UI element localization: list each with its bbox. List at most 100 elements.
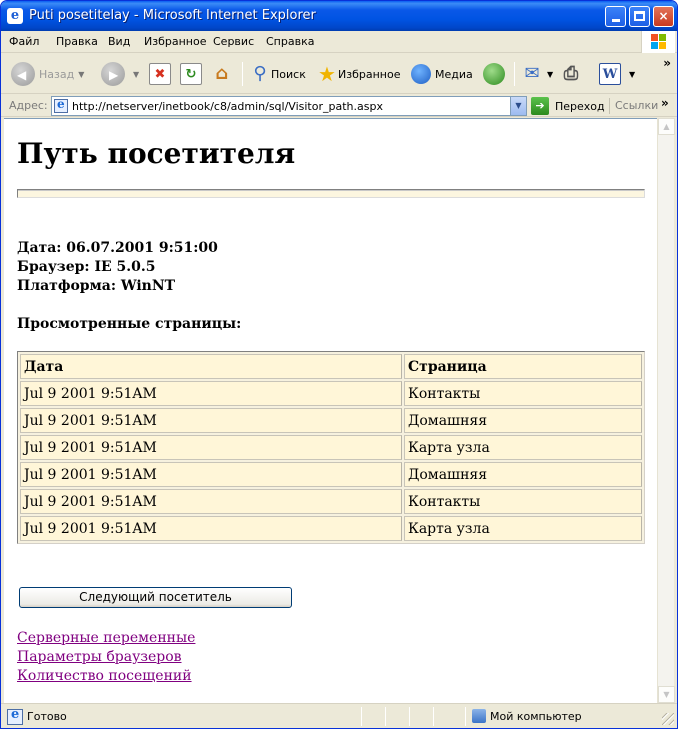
link-visit-count[interactable]: Количество посещений: [17, 667, 195, 686]
address-bar: Адрес: http://netserver/inetbook/c8/admi…: [1, 95, 677, 117]
standard-toolbar: ◀ Назад ▼ ▶ ▼ ✖ ↻ ⌂ ⚲ Поиск ★ Избранное …: [1, 54, 677, 94]
word-icon: W: [599, 63, 621, 85]
toolbar-more-chevron[interactable]: »: [663, 56, 671, 70]
menu-tools[interactable]: Сервис: [213, 35, 254, 48]
media-icon: [411, 64, 431, 84]
viewed-pages-table: Дата Страница Jul 9 2001 9:51AM Контакты…: [17, 351, 645, 544]
forward-button[interactable]: ▶ ▼: [101, 60, 139, 88]
dropdown-arrow-icon[interactable]: ▼: [133, 70, 139, 79]
go-label: Переход: [555, 99, 605, 113]
dropdown-arrow-icon[interactable]: ▼: [629, 70, 635, 79]
cell-page: Контакты: [404, 381, 642, 406]
status-separator: [465, 707, 466, 726]
refresh-button[interactable]: ↻: [180, 60, 202, 88]
table-row: Jul 9 2001 9:51AM Карта узла: [20, 516, 642, 541]
favorites-button[interactable]: ★ Избранное: [316, 60, 400, 88]
next-visitor-button[interactable]: Следующий посетитель: [19, 587, 292, 608]
menu-help[interactable]: Справка: [266, 35, 314, 48]
page-icon: [54, 97, 68, 113]
windows-logo: [641, 31, 675, 53]
minimize-icon: [611, 19, 620, 22]
horizontal-rule: [17, 189, 645, 198]
favorites-label: Избранное: [338, 67, 401, 81]
media-button[interactable]: Медиа: [411, 60, 473, 88]
menu-edit[interactable]: Правка: [56, 35, 98, 48]
security-zone: Мой компьютер: [490, 710, 582, 723]
vertical-scrollbar[interactable]: ▲ ▼: [657, 118, 675, 703]
status-bar: Готово Мой компьютер: [1, 703, 677, 728]
back-arrow-icon: ◀: [11, 62, 35, 86]
address-input[interactable]: http://netserver/inetbook/c8/admin/sql/V…: [51, 96, 527, 116]
visitor-info: Дата: 06.07.2001 9:51:00 Браузер: IE 5.0…: [17, 239, 218, 296]
home-button[interactable]: ⌂: [211, 60, 233, 88]
browser-window: e Puti posetitelay - Microsoft Internet …: [0, 0, 678, 729]
stop-icon: ✖: [149, 63, 171, 85]
cell-page: Карта узла: [404, 516, 642, 541]
table-row: Jul 9 2001 9:51AM Контакты: [20, 489, 642, 514]
table-row: Jul 9 2001 9:51AM Домашняя: [20, 408, 642, 433]
menu-file[interactable]: Файл: [9, 35, 39, 48]
forward-arrow-icon: ▶: [101, 62, 125, 86]
menu-bar: Файл Правка Вид Избранное Сервис Справка: [1, 31, 677, 53]
print-button[interactable]: ⎙: [560, 60, 582, 88]
status-separator: [385, 707, 386, 726]
visit-browser: Браузер: IE 5.0.5: [17, 259, 156, 275]
cell-date: Jul 9 2001 9:51AM: [20, 381, 402, 406]
table-row: Jul 9 2001 9:51AM Карта узла: [20, 435, 642, 460]
history-icon: [483, 63, 505, 85]
maximize-button[interactable]: [629, 6, 650, 27]
ie-icon: e: [7, 8, 23, 24]
back-button[interactable]: ◀ Назад ▼: [11, 60, 84, 88]
link-server-variables[interactable]: Серверные переменные: [17, 629, 195, 648]
cell-date: Jul 9 2001 9:51AM: [20, 435, 402, 460]
scroll-up-icon[interactable]: ▲: [658, 118, 675, 135]
window-title: Puti posetitelay - Microsoft Internet Ex…: [29, 8, 316, 23]
mail-button[interactable]: ✉ ▼: [521, 60, 553, 88]
printer-icon: ⎙: [563, 63, 579, 84]
search-label: Поиск: [271, 67, 306, 81]
mail-icon: ✉: [524, 63, 540, 84]
status-separator: [361, 707, 362, 726]
toolbar-separator: [242, 62, 243, 86]
minimize-button[interactable]: [605, 6, 626, 27]
go-arrow-icon: ➔: [531, 97, 549, 115]
dropdown-arrow-icon[interactable]: ▼: [547, 70, 553, 79]
address-url[interactable]: http://netserver/inetbook/c8/admin/sql/V…: [72, 100, 383, 113]
title-bar[interactable]: e Puti posetitelay - Microsoft Internet …: [1, 1, 677, 31]
go-button[interactable]: ➔ Переход: [531, 97, 605, 115]
windows-flag-icon: [651, 34, 667, 50]
media-label: Медиа: [435, 67, 473, 81]
dropdown-arrow-icon[interactable]: ▼: [78, 70, 84, 79]
table-row: Jul 9 2001 9:51AM Домашняя: [20, 462, 642, 487]
edit-word-button[interactable]: W ▼: [599, 60, 635, 88]
maximize-icon: [634, 11, 645, 21]
close-icon: ×: [658, 9, 669, 23]
history-button[interactable]: [483, 60, 509, 88]
home-icon: ⌂: [215, 63, 229, 84]
link-browser-settings[interactable]: Параметры браузеров: [17, 648, 195, 667]
address-label: Адрес:: [9, 99, 48, 112]
table-row: Jul 9 2001 9:51AM Контакты: [20, 381, 642, 406]
menu-favorites[interactable]: Избранное: [144, 35, 206, 48]
links-button[interactable]: Ссылки: [615, 99, 658, 112]
menu-view[interactable]: Вид: [108, 35, 130, 48]
cell-page: Карта узла: [404, 435, 642, 460]
table-header-row: Дата Страница: [20, 354, 642, 379]
search-button[interactable]: ⚲ Поиск: [249, 60, 306, 88]
close-button[interactable]: ×: [653, 6, 674, 27]
links-more-chevron[interactable]: »: [661, 96, 669, 110]
page-title: Путь посетителя: [17, 137, 296, 170]
status-separator: [433, 707, 434, 726]
column-header-page: Страница: [404, 354, 642, 379]
stop-button[interactable]: ✖: [149, 60, 171, 88]
cell-date: Jul 9 2001 9:51AM: [20, 462, 402, 487]
cell-page: Контакты: [404, 489, 642, 514]
scroll-down-icon[interactable]: ▼: [658, 686, 675, 703]
viewed-pages-heading: Просмотренные страницы:: [17, 316, 242, 332]
address-dropdown-icon[interactable]: ▼: [510, 97, 526, 115]
refresh-icon: ↻: [180, 63, 202, 85]
status-text: Готово: [27, 710, 67, 723]
visit-platform: Платформа: WinNT: [17, 278, 176, 294]
column-header-date: Дата: [20, 354, 402, 379]
resize-grip-icon[interactable]: [662, 713, 674, 725]
